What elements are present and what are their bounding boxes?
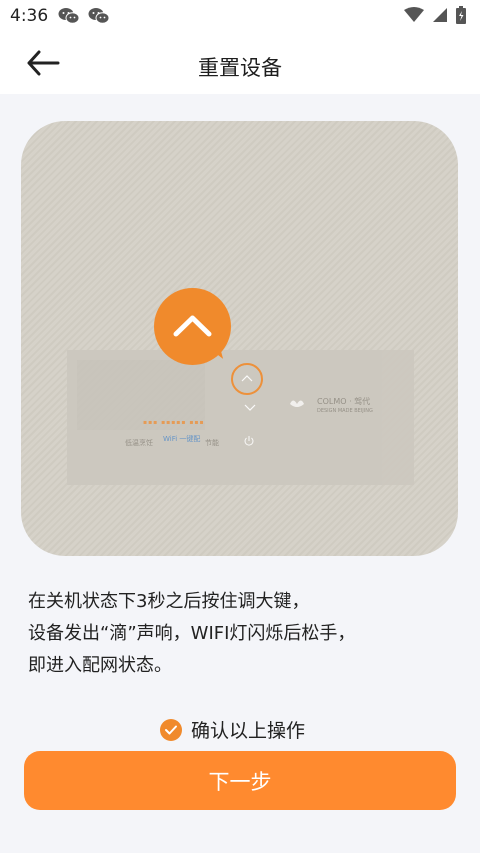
confirm-label: 确认以上操作 xyxy=(191,720,306,742)
panel-button-label: 节能 xyxy=(205,439,219,447)
callout-bubble xyxy=(154,288,231,365)
panel-display-digits: ▪▪▪ ▪▪▪▪▪ ▪▪▪ xyxy=(143,419,205,426)
check-icon xyxy=(160,718,182,741)
header: 重置设备 xyxy=(0,32,480,94)
instruction-line: 即进入配网状态。 xyxy=(28,655,172,676)
status-notification-icons xyxy=(58,7,110,25)
brand-text: COLMO · 驾代 xyxy=(317,397,371,406)
instruction-line: 在关机状态下3秒之后按住调大键， xyxy=(28,591,310,612)
device-illustration: ▪▪▪ ▪▪▪▪▪ ▪▪▪ COLMO · 驾代 DESIGN MADE BEI… xyxy=(21,121,458,556)
panel-button-label: WiFi 一键配 xyxy=(163,435,201,443)
power-icon xyxy=(244,436,254,446)
battery-icon xyxy=(456,6,466,24)
signal-icon xyxy=(433,8,447,22)
page-title: 重置设备 xyxy=(198,56,282,80)
panel-button-label: 低温烹饪 xyxy=(125,439,153,447)
highlight-ring xyxy=(231,363,263,395)
status-system-icons xyxy=(404,6,466,24)
chevron-up-icon xyxy=(241,375,253,382)
chevron-up-icon xyxy=(173,315,212,337)
control-panel: ▪▪▪ ▪▪▪▪▪ ▪▪▪ COLMO · 驾代 DESIGN MADE BEI… xyxy=(67,350,414,485)
wechat-icon xyxy=(58,8,80,24)
brand-subtext: DESIGN MADE BEIJING xyxy=(317,408,373,414)
next-button[interactable]: 下一步 xyxy=(24,751,456,810)
wechat-icon xyxy=(88,8,110,24)
instructions: 在关机状态下3秒之后按住调大键， 设备发出“滴”声响，WIFI灯闪烁后松手， 即… xyxy=(28,586,458,682)
confirm-checkbox[interactable]: 确认以上操作 xyxy=(160,716,305,743)
chevron-down-icon xyxy=(244,404,256,411)
instruction-line: 设备发出“滴”声响，WIFI灯闪烁后松手， xyxy=(28,623,356,644)
status-bar: 4:36 xyxy=(0,0,480,32)
brand-logo-icon xyxy=(290,400,304,407)
wifi-icon xyxy=(404,7,424,22)
status-time: 4:36 xyxy=(10,6,49,26)
